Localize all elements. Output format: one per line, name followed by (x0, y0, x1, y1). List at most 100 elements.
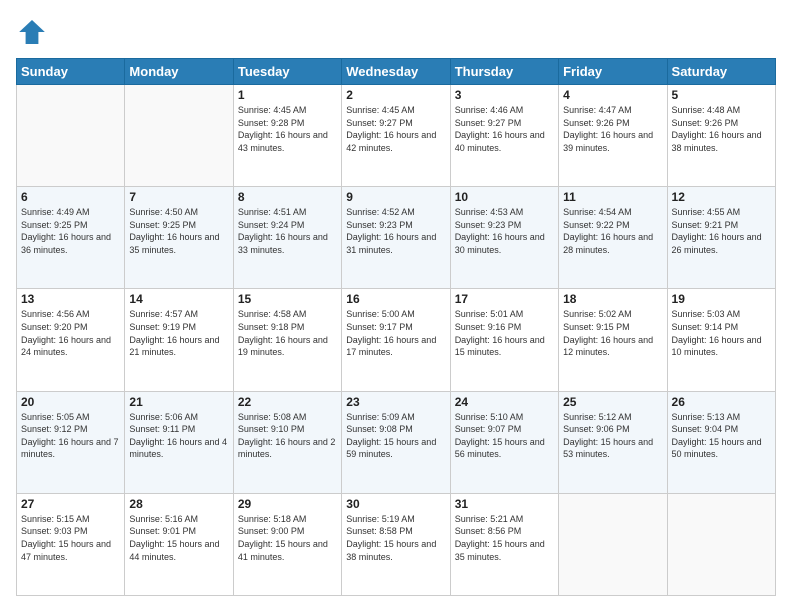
day-number: 9 (346, 190, 445, 204)
day-info: Sunrise: 5:21 AM Sunset: 8:56 PM Dayligh… (455, 513, 554, 563)
calendar-cell: 14 Sunrise: 4:57 AM Sunset: 9:19 PM Dayli… (125, 289, 233, 391)
day-info: Sunrise: 4:45 AM Sunset: 9:28 PM Dayligh… (238, 104, 337, 154)
calendar-week-row: 13 Sunrise: 4:56 AM Sunset: 9:20 PM Dayli… (17, 289, 776, 391)
calendar-cell (667, 493, 775, 595)
day-number: 25 (563, 395, 662, 409)
day-number: 10 (455, 190, 554, 204)
calendar-cell: 28 Sunrise: 5:16 AM Sunset: 9:01 PM Dayli… (125, 493, 233, 595)
day-info: Sunrise: 4:47 AM Sunset: 9:26 PM Dayligh… (563, 104, 662, 154)
day-number: 14 (129, 292, 228, 306)
day-info: Sunrise: 4:57 AM Sunset: 9:19 PM Dayligh… (129, 308, 228, 358)
day-number: 2 (346, 88, 445, 102)
calendar-cell: 18 Sunrise: 5:02 AM Sunset: 9:15 PM Dayli… (559, 289, 667, 391)
calendar-cell: 25 Sunrise: 5:12 AM Sunset: 9:06 PM Dayli… (559, 391, 667, 493)
day-number: 13 (21, 292, 120, 306)
logo (16, 16, 52, 48)
day-number: 18 (563, 292, 662, 306)
day-number: 15 (238, 292, 337, 306)
calendar-cell: 9 Sunrise: 4:52 AM Sunset: 9:23 PM Daylig… (342, 187, 450, 289)
day-of-week-header: Sunday (17, 59, 125, 85)
day-number: 3 (455, 88, 554, 102)
day-info: Sunrise: 4:46 AM Sunset: 9:27 PM Dayligh… (455, 104, 554, 154)
day-number: 30 (346, 497, 445, 511)
calendar-cell: 19 Sunrise: 5:03 AM Sunset: 9:14 PM Dayli… (667, 289, 775, 391)
calendar-week-row: 1 Sunrise: 4:45 AM Sunset: 9:28 PM Daylig… (17, 85, 776, 187)
day-number: 26 (672, 395, 771, 409)
day-number: 5 (672, 88, 771, 102)
day-info: Sunrise: 5:00 AM Sunset: 9:17 PM Dayligh… (346, 308, 445, 358)
day-number: 28 (129, 497, 228, 511)
day-info: Sunrise: 4:58 AM Sunset: 9:18 PM Dayligh… (238, 308, 337, 358)
calendar-cell: 30 Sunrise: 5:19 AM Sunset: 8:58 PM Dayli… (342, 493, 450, 595)
calendar-cell: 29Sunrise: 5:18 AM Sunset: 9:00 PM Dayli… (233, 493, 341, 595)
calendar-week-row: 6 Sunrise: 4:49 AM Sunset: 9:25 PM Daylig… (17, 187, 776, 289)
day-number: 19 (672, 292, 771, 306)
calendar-cell: 20Sunrise: 5:05 AM Sunset: 9:12 PM Dayli… (17, 391, 125, 493)
day-info: Sunrise: 4:51 AM Sunset: 9:24 PM Dayligh… (238, 206, 337, 256)
day-number: 16 (346, 292, 445, 306)
day-info: Sunrise: 5:09 AM Sunset: 9:08 PM Dayligh… (346, 411, 445, 461)
day-of-week-header: Saturday (667, 59, 775, 85)
header (16, 16, 776, 48)
page: SundayMondayTuesdayWednesdayThursdayFrid… (0, 0, 792, 612)
day-number: 31 (455, 497, 554, 511)
calendar-cell: 6 Sunrise: 4:49 AM Sunset: 9:25 PM Daylig… (17, 187, 125, 289)
day-info: Sunrise: 4:45 AM Sunset: 9:27 PM Dayligh… (346, 104, 445, 154)
day-of-week-header: Friday (559, 59, 667, 85)
day-number: 7 (129, 190, 228, 204)
day-info: Sunrise: 4:54 AM Sunset: 9:22 PM Dayligh… (563, 206, 662, 256)
day-info: Sunrise: 5:02 AM Sunset: 9:15 PM Dayligh… (563, 308, 662, 358)
day-info: Sunrise: 5:13 AM Sunset: 9:04 PM Dayligh… (672, 411, 771, 461)
day-of-week-header: Monday (125, 59, 233, 85)
day-info: Sunrise: 4:53 AM Sunset: 9:23 PM Dayligh… (455, 206, 554, 256)
calendar-cell: 8 Sunrise: 4:51 AM Sunset: 9:24 PM Daylig… (233, 187, 341, 289)
calendar-cell: 26 Sunrise: 5:13 AM Sunset: 9:04 PM Dayli… (667, 391, 775, 493)
calendar-cell: 4 Sunrise: 4:47 AM Sunset: 9:26 PM Daylig… (559, 85, 667, 187)
day-number: 22 (238, 395, 337, 409)
day-of-week-header: Thursday (450, 59, 558, 85)
calendar-week-row: 20Sunrise: 5:05 AM Sunset: 9:12 PM Dayli… (17, 391, 776, 493)
calendar-cell (125, 85, 233, 187)
logo-icon (16, 16, 48, 48)
calendar-cell: 23 Sunrise: 5:09 AM Sunset: 9:08 PM Dayli… (342, 391, 450, 493)
day-number: 1 (238, 88, 337, 102)
day-info: Sunrise: 5:19 AM Sunset: 8:58 PM Dayligh… (346, 513, 445, 563)
day-info: Sunrise: 5:05 AM Sunset: 9:12 PM Dayligh… (21, 411, 120, 461)
calendar-cell: 11 Sunrise: 4:54 AM Sunset: 9:22 PM Dayli… (559, 187, 667, 289)
day-info: Sunrise: 4:52 AM Sunset: 9:23 PM Dayligh… (346, 206, 445, 256)
calendar-cell: 31 Sunrise: 5:21 AM Sunset: 8:56 PM Dayli… (450, 493, 558, 595)
day-info: Sunrise: 4:56 AM Sunset: 9:20 PM Dayligh… (21, 308, 120, 358)
calendar-cell: 22 Sunrise: 5:08 AM Sunset: 9:10 PM Dayli… (233, 391, 341, 493)
calendar-cell: 10 Sunrise: 4:53 AM Sunset: 9:23 PM Dayli… (450, 187, 558, 289)
day-of-week-header: Tuesday (233, 59, 341, 85)
day-number: 4 (563, 88, 662, 102)
day-info: Sunrise: 5:15 AM Sunset: 9:03 PM Dayligh… (21, 513, 120, 563)
calendar-cell: 5Sunrise: 4:48 AM Sunset: 9:26 PM Daylig… (667, 85, 775, 187)
calendar-cell: 2 Sunrise: 4:45 AM Sunset: 9:27 PM Daylig… (342, 85, 450, 187)
day-info: Sunrise: 5:08 AM Sunset: 9:10 PM Dayligh… (238, 411, 337, 461)
day-number: 24 (455, 395, 554, 409)
day-info: Sunrise: 5:16 AM Sunset: 9:01 PM Dayligh… (129, 513, 228, 563)
day-number: 17 (455, 292, 554, 306)
calendar-cell: 1 Sunrise: 4:45 AM Sunset: 9:28 PM Daylig… (233, 85, 341, 187)
calendar-cell: 17 Sunrise: 5:01 AM Sunset: 9:16 PM Dayli… (450, 289, 558, 391)
calendar-cell: 7Sunrise: 4:50 AM Sunset: 9:25 PM Daylig… (125, 187, 233, 289)
calendar-cell: 16 Sunrise: 5:00 AM Sunset: 9:17 PM Dayli… (342, 289, 450, 391)
day-number: 12 (672, 190, 771, 204)
day-info: Sunrise: 4:49 AM Sunset: 9:25 PM Dayligh… (21, 206, 120, 256)
day-number: 23 (346, 395, 445, 409)
calendar-cell: 13 Sunrise: 4:56 AM Sunset: 9:20 PM Dayli… (17, 289, 125, 391)
day-number: 11 (563, 190, 662, 204)
day-info: Sunrise: 5:03 AM Sunset: 9:14 PM Dayligh… (672, 308, 771, 358)
calendar-cell: 3 Sunrise: 4:46 AM Sunset: 9:27 PM Daylig… (450, 85, 558, 187)
calendar-cell: 12Sunrise: 4:55 AM Sunset: 9:21 PM Dayli… (667, 187, 775, 289)
calendar-cell: 27Sunrise: 5:15 AM Sunset: 9:03 PM Dayli… (17, 493, 125, 595)
calendar-header-row: SundayMondayTuesdayWednesdayThursdayFrid… (17, 59, 776, 85)
day-number: 6 (21, 190, 120, 204)
day-info: Sunrise: 5:01 AM Sunset: 9:16 PM Dayligh… (455, 308, 554, 358)
day-info: Sunrise: 5:18 AM Sunset: 9:00 PM Dayligh… (238, 513, 337, 563)
day-number: 21 (129, 395, 228, 409)
day-info: Sunrise: 5:10 AM Sunset: 9:07 PM Dayligh… (455, 411, 554, 461)
day-info: Sunrise: 5:12 AM Sunset: 9:06 PM Dayligh… (563, 411, 662, 461)
day-number: 8 (238, 190, 337, 204)
